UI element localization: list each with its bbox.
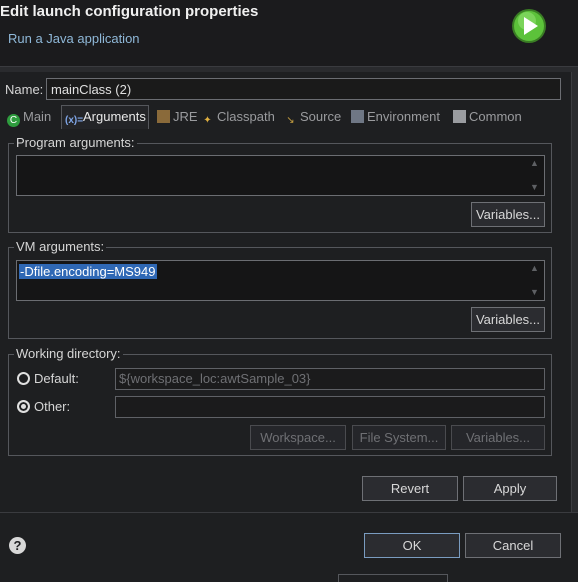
name-label: Name: [5, 82, 44, 97]
vm-arguments-value: -Dfile.encoding=MS949 [19, 264, 157, 279]
tab-label: Main [23, 109, 52, 124]
scroll-down-icon: ▼ [530, 287, 539, 297]
tab-label: Arguments [83, 109, 146, 124]
tab-source[interactable]: ↘ Source [281, 106, 343, 128]
classpath-icon: ✦ [203, 115, 212, 126]
tab-environment[interactable]: Environment [348, 106, 442, 128]
run-play-icon [512, 9, 546, 43]
tab-arguments[interactable]: (x)=Arguments [61, 105, 149, 129]
vm-arguments-group: VM arguments: -Dfile.encoding=MS949 ▲ ▼ … [8, 239, 552, 339]
other-directory-field[interactable] [115, 396, 545, 418]
vm-arguments-label: VM arguments: [14, 239, 107, 254]
dialog-subtitle: Run a Java application [8, 31, 140, 46]
name-input[interactable] [46, 78, 561, 100]
right-scroll-edge [571, 72, 578, 512]
tab-bar: C Main (x)=Arguments JRE ✦ Classpath ↘ Sour… [2, 105, 571, 129]
common-icon [453, 110, 466, 123]
tab-jre[interactable]: JRE [154, 106, 200, 128]
tab-label: Common [469, 109, 522, 124]
underlying-window-edge [338, 574, 448, 582]
default-label: Default: [34, 371, 79, 386]
file-system-button[interactable]: File System... [352, 425, 446, 450]
other-radio[interactable] [17, 400, 30, 413]
ok-button[interactable]: OK [364, 533, 460, 558]
tab-common[interactable]: Common [450, 106, 524, 128]
working-directory-variables-button[interactable]: Variables... [451, 425, 545, 450]
scroll-up-icon: ▲ [530, 158, 539, 168]
tab-label: Source [300, 109, 342, 124]
working-directory-group: Working directory: Default: ${workspace_… [8, 346, 552, 456]
program-variables-button[interactable]: Variables... [471, 202, 545, 227]
working-directory-label: Working directory: [14, 346, 123, 361]
scroll-up-icon: ▲ [530, 263, 539, 273]
help-icon[interactable]: ? [9, 537, 26, 554]
vertical-scrollbar[interactable]: ▲ ▼ [527, 158, 542, 193]
program-arguments-textarea[interactable]: ▲ ▼ [16, 155, 545, 196]
main-class-icon: C [7, 114, 20, 127]
scroll-down-icon: ▼ [530, 182, 539, 192]
tab-label: Classpath [217, 109, 275, 124]
vm-variables-button[interactable]: Variables... [471, 307, 545, 332]
revert-button[interactable]: Revert [362, 476, 458, 501]
source-icon: ↘ [286, 115, 295, 126]
arguments-icon: (x)= [65, 115, 84, 126]
tab-label: Environment [367, 109, 440, 124]
tab-main[interactable]: C Main [4, 106, 53, 128]
default-radio[interactable] [17, 372, 30, 385]
tab-classpath[interactable]: ✦ Classpath [198, 106, 277, 128]
other-label: Other: [34, 399, 71, 414]
tab-label: JRE [173, 109, 198, 124]
apply-button[interactable]: Apply [463, 476, 557, 501]
cancel-button[interactable]: Cancel [465, 533, 561, 558]
jre-library-icon [157, 110, 170, 123]
vertical-scrollbar[interactable]: ▲ ▼ [527, 263, 542, 298]
default-directory-field: ${workspace_loc:awtSample_03} [115, 368, 545, 390]
program-arguments-label: Program arguments: [14, 135, 137, 150]
program-arguments-group: Program arguments: ▲ ▼ Variables... [8, 135, 552, 233]
dialog-title: Edit launch configuration properties [0, 3, 259, 20]
footer-separator [0, 512, 578, 513]
workspace-button[interactable]: Workspace... [250, 425, 346, 450]
header-separator [0, 66, 578, 72]
vm-arguments-textarea[interactable]: -Dfile.encoding=MS949 ▲ ▼ [16, 260, 545, 301]
dialog-header: Edit launch configuration properties Run… [0, 0, 578, 66]
environment-icon [351, 110, 364, 123]
